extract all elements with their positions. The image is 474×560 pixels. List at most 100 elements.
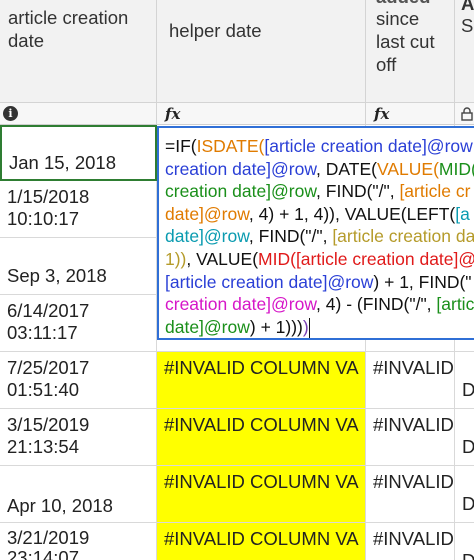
fx-icon[interactable]: fx [165, 104, 180, 124]
table-cell-since-error[interactable]: #INVALID [366, 466, 455, 523]
table-cell-since-error[interactable]: #INVALID [366, 409, 455, 466]
formula-token: [article creation date]@ [295, 248, 474, 269]
formula-line: creation date]@row, FIND("/", [article c… [165, 180, 474, 203]
cell-text: #INVALID [373, 357, 454, 378]
table-cell-article-creation-date[interactable]: 3/15/2019 21:13:54 [0, 409, 157, 466]
formula-token: , 4) + 1, 4)), VALUE(LEFT( [248, 203, 456, 224]
cell-text: #INVALID [373, 528, 454, 549]
formula-line: creation date]@row, DATE(VALUE(MID( [165, 158, 474, 181]
table-cell-since-error[interactable]: #INVALID [366, 523, 455, 560]
formula-token: MID( [258, 248, 296, 269]
cell-text-line1: 7/25/2017 [7, 357, 90, 378]
column-header-since-last-cut-off[interactable]: added since last cut off [366, 0, 455, 103]
info-icon[interactable]: i [3, 106, 18, 121]
formula-token: , 4) - (FIND("/", [316, 294, 437, 315]
formula-token: [article creation da [332, 226, 474, 247]
column-header-label-line2: last cut [376, 31, 435, 52]
formula-token: ISDATE( [196, 136, 265, 156]
cell-text: #INVALID [373, 471, 454, 492]
column-header-label-line3: off [376, 54, 397, 75]
formula-token: VALUE( [376, 158, 439, 179]
column-header-label: helper date [169, 20, 262, 41]
formula-token: creation date]@row [165, 181, 317, 202]
formula-token: creation date]@row [165, 294, 317, 315]
table-cell-article-creation-date[interactable]: 7/25/2017 01:51:40 [0, 352, 157, 409]
formula-token: , FIND("/", [248, 226, 333, 247]
text-cursor [308, 318, 310, 338]
column-header-helper-date[interactable]: helper date [157, 0, 366, 103]
formula-token: date]@row [165, 203, 249, 224]
cell-text-line1: 3/15/2019 [7, 414, 90, 435]
formula-token: MID( [438, 158, 474, 179]
cell-text: Sep 3, 2018 [7, 265, 107, 286]
formula-token: ) + 1, FIND(" [373, 271, 472, 292]
cell-text-line2: 21:13:54 [7, 436, 80, 457]
cell-text-line2: 10:10:17 [7, 208, 80, 229]
column-header-label-line1: article creation [8, 7, 129, 28]
column-header-label-line1: A [461, 0, 474, 14]
table-cell-article-creation-date[interactable]: Apr 10, 2018 [0, 466, 157, 523]
formula-token: [article creation date]@row [165, 271, 374, 292]
formula-token: , VALUE( [186, 248, 259, 269]
cell-text: #INVALID COLUMN VA [164, 528, 359, 549]
formula-line: [article creation date]@row) + 1, FIND(" [165, 271, 474, 294]
formula-line: date]@row) + 1)))) [165, 316, 474, 338]
formula-line: date]@row, FIND("/", [article creation d… [165, 225, 474, 248]
table-cell-extra[interactable]: D [455, 352, 474, 409]
cell-text: #INVALID COLUMN VA [164, 471, 359, 492]
table-cell-extra[interactable]: D [455, 466, 474, 523]
cell-text: D [462, 493, 474, 515]
formula-token: creation date]@row [165, 158, 317, 179]
cell-text-line2: 23:14:07 [7, 547, 80, 560]
formula-line: 1)), VALUE(MID([article creation date]@ [165, 248, 474, 271]
table-cell-article-creation-date[interactable]: 6/14/2017 03:11:17 [0, 295, 157, 352]
fx-icon[interactable]: fx [374, 104, 389, 124]
table-cell-extra[interactable]: D [455, 409, 474, 466]
table-cell-article-creation-date[interactable]: Sep 3, 2018 [0, 238, 157, 295]
cell-text: #INVALID COLUMN VA [164, 357, 359, 378]
cell-text: Jan 15, 2018 [9, 152, 116, 173]
table-cell-since-error[interactable]: #INVALID [366, 352, 455, 409]
formula-line: creation date]@row, 4) - (FIND("/", [art… [165, 293, 474, 316]
table-cell-article-creation-date[interactable]: Jan 15, 2018 [0, 125, 157, 181]
formula-line: =IF(ISDATE([article creation date]@row [165, 135, 474, 158]
column-header-label-line2: date [8, 30, 45, 51]
formula-token: [article creation date]@row [264, 136, 473, 156]
cell-text: D [462, 436, 474, 458]
column-header-article-creation-date[interactable]: article creation date [0, 0, 157, 103]
formula-token: [a [455, 203, 470, 224]
column-type-row [455, 103, 474, 125]
column-type-row: fx [157, 103, 366, 125]
cell-text: D [462, 550, 474, 560]
column-header-label-line2: S [461, 15, 474, 36]
table-cell-helper-date-error[interactable]: #INVALID COLUMN VA [157, 523, 366, 560]
formula-token: =IF( [165, 136, 197, 156]
formula-token: 1)) [165, 248, 187, 269]
cell-text-line2: 03:11:17 [7, 322, 78, 343]
formula-line: date]@row, 4) + 1, 4)), VALUE(LEFT([a [165, 203, 474, 226]
table-cell-helper-date-error[interactable]: #INVALID COLUMN VA [157, 409, 366, 466]
cell-text-line2: 01:51:40 [7, 379, 80, 400]
cell-text: #INVALID [373, 414, 454, 435]
lock-icon [461, 107, 473, 121]
column-type-row: i [0, 103, 157, 125]
cell-text: D [462, 379, 474, 401]
table-cell-helper-date-error[interactable]: #INVALID COLUMN VA [157, 352, 366, 409]
column-header-partial[interactable]: A S [455, 0, 474, 103]
column-header-label-line1: since [376, 8, 420, 29]
formula-token: date]@row [165, 316, 250, 337]
table-cell-helper-date-error[interactable]: #INVALID COLUMN VA [157, 466, 366, 523]
formula-token: , FIND("/", [316, 181, 400, 202]
formula-token: , DATE( [316, 158, 377, 179]
column-type-row: fx [366, 103, 455, 125]
formula-token: date]@row [165, 226, 249, 247]
cell-text-line1: 3/21/2019 [7, 527, 90, 548]
formula-editor[interactable]: =IF(ISDATE([article creation date]@row cr… [157, 126, 474, 340]
formula-token: ) + 1))) [249, 316, 303, 337]
table-cell-article-creation-date[interactable]: 3/21/2019 23:14:07 [0, 523, 157, 560]
formula-token: [artic [436, 294, 474, 315]
cell-text-line1: 6/14/2017 [7, 300, 90, 321]
table-cell-article-creation-date[interactable]: 1/15/2018 10:10:17 [0, 181, 157, 238]
table-cell-extra[interactable]: D [455, 523, 474, 560]
cell-text-line1: 1/15/2018 [7, 186, 90, 207]
